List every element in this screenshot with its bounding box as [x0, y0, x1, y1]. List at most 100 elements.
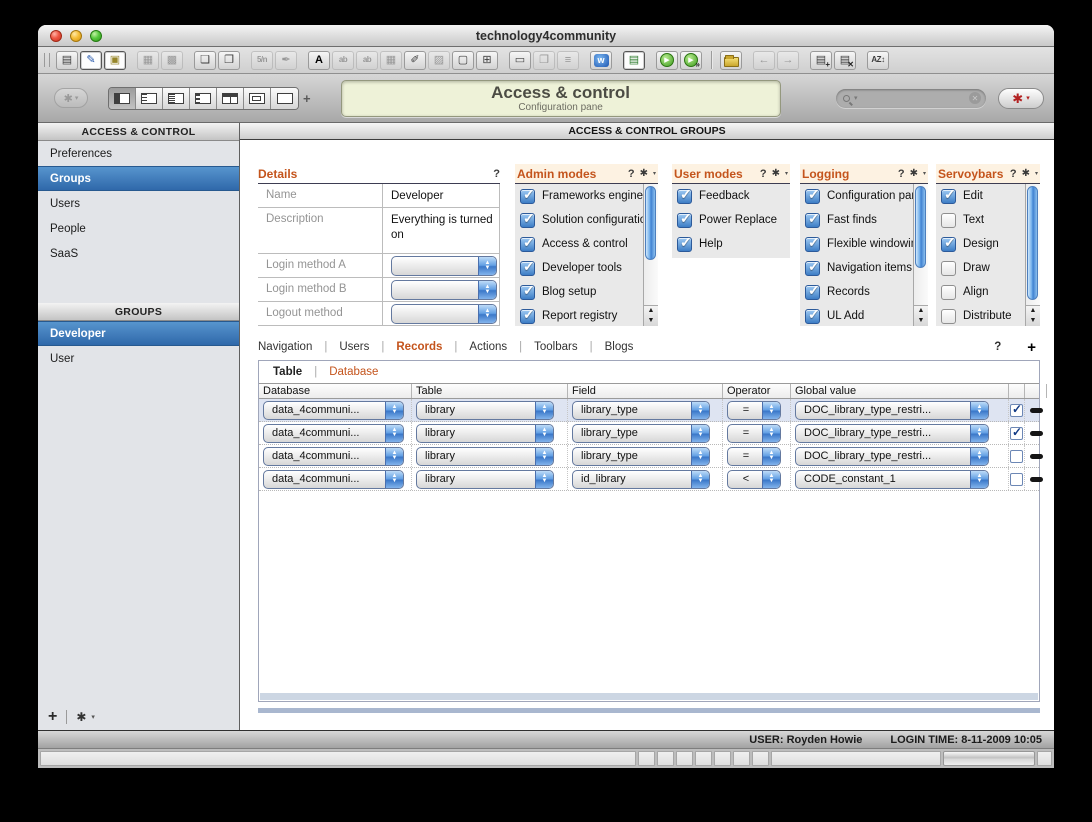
horizontal-scrollbar[interactable] [260, 693, 1038, 700]
checkbox-row[interactable]: Developer tools [515, 256, 643, 280]
add-tab-record-button[interactable]: + [1027, 339, 1036, 356]
field-select[interactable]: library_type ▲ ▼ [572, 446, 710, 466]
panel-actions-button[interactable]: ✱ [910, 168, 918, 179]
field-select[interactable]: library_type ▲ ▼ [572, 423, 710, 443]
save-button[interactable]: ▣ [104, 50, 126, 70]
layout-view-6-button[interactable] [244, 87, 271, 109]
checkbox-checked-icon[interactable] [805, 258, 820, 276]
column-header-global-value[interactable]: Global value [791, 384, 1009, 398]
serial-number-button[interactable]: 5/n [251, 50, 273, 70]
scrollbar-thumb[interactable] [1027, 186, 1038, 300]
table-select[interactable]: library ▲ ▼ [416, 400, 554, 420]
search-scope-chevron-icon[interactable]: ▾ [854, 94, 858, 102]
column-header-operator[interactable]: Operator [723, 384, 791, 398]
checkbox-checked-icon[interactable] [520, 234, 535, 252]
remove-row-button[interactable] [1029, 430, 1043, 436]
open-solution-button[interactable] [720, 50, 742, 70]
checkbox-row[interactable]: Report registry [515, 304, 643, 326]
checkbox-row[interactable]: Align [936, 280, 1025, 304]
run-method-button[interactable]: ▶ [656, 50, 678, 70]
checkbox-checked-icon[interactable] [520, 306, 535, 324]
layout-mode-button[interactable]: ✎ [80, 50, 102, 70]
scrollbar-arrows[interactable]: ▲ ▼ [644, 305, 658, 326]
global-value-select[interactable]: CODE_constant_1 ▲ ▼ [795, 469, 989, 489]
vertical-scrollbar[interactable]: ▲ ▼ [913, 184, 928, 326]
panel-help-button[interactable]: ? [898, 168, 905, 180]
checkbox-row[interactable]: Navigation items [800, 256, 913, 280]
portal-tool-button[interactable]: ⊞ [476, 50, 498, 70]
checkbox-unchecked-icon[interactable] [941, 212, 956, 228]
checkbox-row[interactable]: UL Add [800, 304, 913, 326]
checkbox-row[interactable]: Solution configuration [515, 208, 643, 232]
table-select[interactable]: library ▲ ▼ [416, 423, 554, 443]
database-select[interactable]: data_4communi... ▲ ▼ [263, 469, 404, 489]
tab-toolbars[interactable]: Toolbars [534, 341, 577, 353]
grid-settings-button[interactable]: ▩ [161, 50, 183, 70]
checkbox-row[interactable]: Power Replace [672, 208, 790, 232]
sidebar-item-people[interactable]: People [38, 216, 239, 241]
database-select[interactable]: data_4communi... ▲ ▼ [263, 400, 404, 420]
sidebar-item-groups[interactable]: Groups [38, 166, 239, 191]
checkbox-checked-icon[interactable] [805, 234, 820, 252]
row-checkbox-checked-icon[interactable] [1010, 402, 1023, 417]
panel-help-button[interactable]: ? [628, 168, 635, 180]
sidebar-item-developer[interactable]: Developer [38, 321, 239, 346]
checkbox-row[interactable]: Feedback [672, 184, 790, 208]
label-tool-button[interactable]: ab [356, 50, 378, 70]
toolbar-drag-handle[interactable] [44, 53, 50, 67]
titlebar[interactable]: technology4community [38, 25, 1054, 47]
scrollbar-arrows[interactable]: ▲ ▼ [914, 305, 928, 326]
tab-tool-button[interactable]: ❐ [533, 50, 555, 70]
checkbox-checked-icon[interactable] [520, 186, 535, 204]
sidebar-actions-button[interactable]: ✱ [76, 710, 86, 724]
layout-view-7-button[interactable] [271, 87, 298, 109]
login-method-b-select[interactable]: ▲ ▼ [391, 280, 497, 300]
global-value-select[interactable]: DOC_library_type_restri... ▲ ▼ [795, 400, 989, 420]
delete-record-button[interactable]: ▤ ✕ [834, 50, 856, 70]
sidebar-item-preferences[interactable]: Preferences [38, 141, 239, 166]
checkbox-checked-icon[interactable] [520, 258, 535, 276]
field-tool-button[interactable]: ab [332, 50, 354, 70]
row-checkbox-checked-icon[interactable] [1010, 425, 1023, 440]
sidebar-item-saas[interactable]: SaaS [38, 241, 239, 266]
table-select[interactable]: library ▲ ▼ [416, 446, 554, 466]
checkbox-row[interactable]: Fast finds [800, 208, 913, 232]
checkbox-unchecked-icon[interactable] [941, 308, 956, 324]
text-tool-button[interactable]: A [308, 50, 330, 70]
form-view-button[interactable]: ▤ [56, 50, 78, 70]
checkbox-row[interactable]: Draw [936, 256, 1025, 280]
web-form-button[interactable]: w [590, 50, 612, 70]
checkbox-row[interactable]: Frameworks engine [515, 184, 643, 208]
vertical-scrollbar[interactable]: ▲ ▼ [1025, 184, 1040, 326]
checkbox-checked-icon[interactable] [677, 210, 692, 228]
button-tool-button[interactable]: ▭ [509, 50, 531, 70]
vertical-scrollbar[interactable]: ▲ ▼ [643, 184, 658, 326]
layout-view-3-button[interactable] [163, 87, 190, 109]
tabs-help-button[interactable]: ? [994, 341, 1001, 353]
checkbox-checked-icon[interactable] [805, 306, 820, 324]
scrollbar-thumb[interactable] [645, 186, 656, 260]
layout-view-1-button[interactable] [109, 87, 136, 109]
layout-view-2-button[interactable] [136, 87, 163, 109]
checkbox-checked-icon[interactable] [805, 282, 820, 300]
subtab-database[interactable]: Database [329, 366, 378, 378]
checkbox-row[interactable]: Edit [936, 184, 1025, 208]
panel-help-button[interactable]: ? [760, 168, 767, 180]
checkbox-checked-icon[interactable] [941, 234, 956, 252]
checkbox-row[interactable]: Help [672, 232, 790, 256]
checkbox-row[interactable]: Records [800, 280, 913, 304]
row-checkbox-unchecked-icon[interactable] [1010, 472, 1023, 486]
checkbox-checked-icon[interactable] [677, 234, 692, 252]
database-select[interactable]: data_4communi... ▲ ▼ [263, 446, 404, 466]
column-header-field[interactable]: Field [568, 384, 723, 398]
run-all-methods-button[interactable]: ▶» [680, 50, 702, 70]
container-tool-button[interactable]: ▢ [452, 50, 474, 70]
layout-view-4-button[interactable] [190, 87, 217, 109]
row-checkbox-unchecked-icon[interactable] [1010, 449, 1023, 463]
checkbox-row[interactable]: Design [936, 232, 1025, 256]
column-header-database[interactable]: Database [259, 384, 412, 398]
checkbox-checked-icon[interactable] [941, 186, 956, 204]
login-method-a-select[interactable]: ▲ ▼ [391, 256, 497, 276]
grid-button[interactable]: ▦ [137, 50, 159, 70]
details-help-button[interactable]: ? [493, 168, 500, 180]
